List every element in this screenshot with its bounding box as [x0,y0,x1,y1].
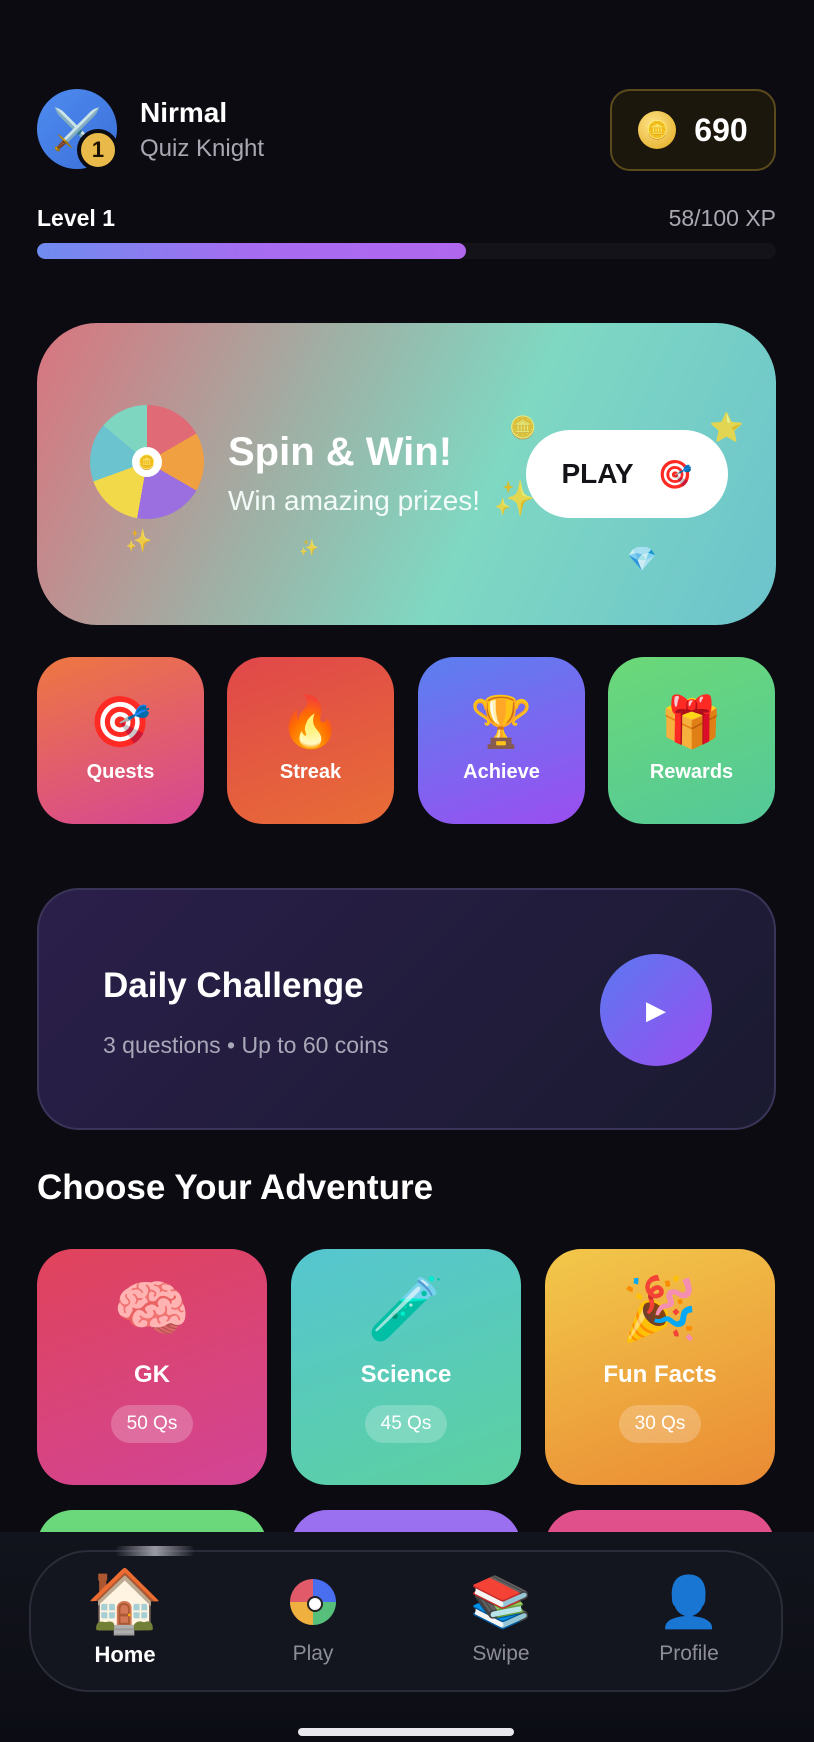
profile-header: ⚔️ 1 Nirmal Quiz Knight 🪙 690 [37,89,776,171]
nav-label: Home [94,1642,156,1667]
category-card-fun-facts[interactable]: 🎉 Fun Facts 30 Qs [545,1249,775,1485]
quick-action-label: Quests [86,761,155,783]
coin-decoration-icon: 🪙 [509,415,537,440]
question-count-badge: 50 Qs [110,1405,194,1443]
quick-action-label: Streak [279,761,342,783]
nav-item-profile[interactable]: 👤 Profile [629,1572,749,1666]
xp-progress-fill [37,243,466,259]
user-name: Nirmal [140,97,228,128]
user-icon: 👤 [657,1574,721,1630]
daily-challenge-title: Daily Challenge [103,966,364,1005]
daily-challenge-play-button[interactable]: ▶ [600,954,712,1066]
category-name: Science [360,1361,452,1388]
trophy-icon: 🏆 [470,694,533,750]
fire-icon: 🔥 [279,694,342,750]
category-card-gk[interactable]: 🧠 GK 50 Qs [37,1249,267,1485]
target-icon: 🎯 [657,458,693,490]
wheel-hub-coin-icon: 🪙 [132,447,162,477]
gift-icon: 🎁 [660,694,723,750]
rewards-button[interactable]: 🎁 Rewards [608,657,775,824]
star-icon: ⭐ [709,412,744,443]
streak-button[interactable]: 🔥 Streak [227,657,394,824]
quests-button[interactable]: 🎯 Quests [37,657,204,824]
level-badge: 1 [77,129,119,171]
play-label: PLAY [561,458,634,489]
xp-progress-bar [37,243,776,259]
test-tube-icon: 🧪 [367,1275,445,1344]
achieve-button[interactable]: 🏆 Achieve [418,657,585,824]
nav-label: Swipe [472,1642,530,1665]
category-name: Fun Facts [603,1361,717,1388]
category-name: GK [134,1361,170,1388]
question-count-badge: 30 Qs [618,1405,702,1443]
nav-item-play[interactable]: Play [253,1572,373,1666]
question-count-badge: 45 Qs [364,1405,448,1443]
spin-and-win-card[interactable]: 🪙 Spin & Win! Win amazing prizes! PLAY 🎯… [37,323,776,625]
user-title: Quiz Knight [140,135,265,162]
coin-balance[interactable]: 🪙 690 [610,89,776,171]
daily-challenge-subtitle: 3 questions • Up to 60 coins [103,1032,389,1058]
spin-subtitle: Win amazing prizes! [228,485,481,516]
daily-challenge-card[interactable]: Daily Challenge 3 questions • Up to 60 c… [37,888,776,1130]
party-popper-icon: 🎉 [621,1275,699,1344]
spin-wheel-icon [290,1579,336,1625]
gem-icon: 💎 [627,546,657,573]
nav-item-home[interactable]: 🏠 Home [65,1567,185,1668]
sparkle-icon: ✨ [493,480,536,518]
bottom-nav: 🏠 Home Play 📚 Swipe 👤 Profile [29,1546,783,1692]
sparkle-icon: ✨ [125,528,153,553]
nav-label: Profile [659,1642,719,1665]
brain-icon: 🧠 [113,1275,191,1344]
category-card-science[interactable]: 🧪 Science 45 Qs [291,1249,521,1485]
section-title: Choose Your Adventure [37,1168,434,1207]
target-icon: 🎯 [89,694,152,750]
books-icon: 📚 [469,1574,533,1630]
level-label: Level 1 [37,205,115,231]
spin-wheel-icon: 🪙 [90,405,204,519]
quick-action-label: Rewards [649,761,734,783]
coin-icon: 🪙 [638,111,677,149]
nav-item-swipe[interactable]: 📚 Swipe [441,1572,561,1666]
sparkle-icon: ✨ [299,540,319,557]
spin-title: Spin & Win! [228,430,453,474]
spin-play-button[interactable]: PLAY 🎯 [526,430,728,518]
nav-label: Play [292,1642,334,1665]
home-indicator[interactable] [298,1728,514,1736]
play-icon: ▶ [646,994,666,1025]
coin-count: 690 [694,111,748,148]
active-indicator [115,1546,195,1556]
house-icon: 🏠 [86,1567,164,1636]
xp-label: 58/100 XP [668,205,776,231]
quick-action-label: Achieve [463,761,540,783]
